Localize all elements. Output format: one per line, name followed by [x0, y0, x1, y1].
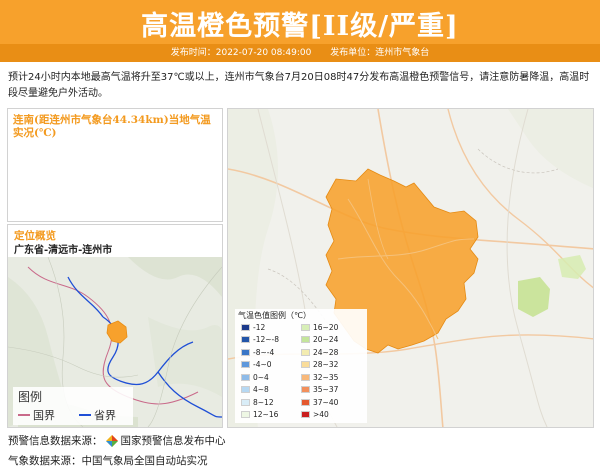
temperature-legend-label: 4~8	[253, 385, 269, 394]
warning-title: 高温橙色预警[II级/严重]	[141, 11, 459, 42]
temperature-legend-swatch	[301, 323, 310, 331]
province-border-swatch	[79, 414, 91, 416]
temperature-legend-item: 24~28	[301, 347, 338, 357]
temperature-legend-swatch	[241, 348, 250, 356]
temperature-legend-item: 20~24	[301, 335, 338, 345]
legend-national-border: 国界	[18, 407, 55, 423]
temperature-legend-label: 24~28	[313, 347, 339, 357]
temperature-legend-label: -12	[253, 322, 266, 332]
temperature-legend-item: 37~40	[301, 397, 338, 407]
temperature-legend-item: 12~16	[241, 410, 278, 420]
location-region: 广东省-清远市-连州市	[14, 245, 113, 256]
live-temperature-panel: 连南(距连州市气象台44.34km)当地气温实况(℃)	[7, 108, 223, 222]
temperature-legend-item: -8~-4	[241, 347, 274, 357]
temperature-legend-item: -4~0	[241, 360, 272, 370]
temperature-legend-item: >40	[301, 410, 329, 420]
temperature-legend-swatch	[241, 361, 250, 368]
temperature-legend-label: 0~4	[253, 372, 269, 382]
temperature-legend-item: -12~-8	[241, 335, 279, 345]
temperature-legend: 气温色值图例（℃） -12 -12~-8 -8~-4 -4~0 0~4 4~8 8~12 12…	[235, 309, 367, 423]
warning-description: 预计24小时内本地最高气温将升至37℃或以上，连州市气象台7月20日08时47分…	[8, 72, 590, 99]
live-temperature-title: 连南(距连州市气象台44.34km)当地气温实况(℃)	[13, 114, 211, 139]
publisher: 发布单位：连州市气象台	[330, 48, 430, 58]
temperature-legend-swatch	[301, 398, 310, 406]
temperature-legend-swatch	[241, 386, 250, 393]
temperature-legend-label: -8~-4	[253, 347, 275, 357]
boundary-legend-title: 图例	[18, 390, 43, 404]
temperature-legend-swatch	[241, 411, 250, 418]
temperature-legend-item: 28~32	[301, 360, 338, 370]
temperature-legend-swatch	[301, 336, 310, 343]
warning-source: 预警信息数据来源： 国家预警信息发布中心	[8, 433, 226, 448]
temperature-legend-item: 4~8	[241, 385, 269, 395]
temperature-legend-label: 8~12	[253, 397, 274, 407]
temperature-legend-item: 35~37	[301, 385, 338, 395]
temperature-legend-swatch	[301, 386, 310, 393]
temperature-legend-swatch	[301, 348, 310, 356]
temperature-legend-swatch	[241, 323, 250, 331]
province-border-label: 省界	[94, 409, 116, 422]
warning-banner: 高温橙色预警[II级/严重] 发布时间：2022-07-20 08:49:00 …	[0, 0, 600, 62]
temperature-legend-swatch	[301, 373, 310, 381]
temperature-legend-item: 0~4	[241, 372, 269, 382]
publish-time: 发布时间：2022-07-20 08:49:00	[170, 48, 312, 58]
temperature-legend-swatch	[241, 373, 250, 381]
temperature-legend-label: 32~35	[313, 372, 339, 382]
temperature-legend-swatch	[241, 336, 250, 343]
temperature-legend-label: -4~0	[253, 360, 272, 369]
weather-source: 气象数据来源：中国气象局全国自动站实况	[8, 453, 208, 468]
temperature-legend-label: -12~-8	[253, 335, 280, 344]
warning-source-org[interactable]: 国家预警信息发布中心	[121, 433, 226, 448]
national-border-label: 国界	[33, 409, 55, 422]
legend-province-border: 省界	[79, 407, 116, 423]
temperature-legend-label: >40	[313, 410, 329, 419]
location-overview-panel: 定位概览 广东省-清远市-连州市 图例 国界 省界	[7, 224, 223, 428]
weather-source-label: 气象数据来源：中国气象局全国自动站实况	[8, 455, 208, 467]
temperature-legend-label: 28~32	[313, 360, 339, 369]
temperature-legend-label: 12~16	[253, 410, 279, 419]
temperature-legend-item: -12	[241, 322, 265, 332]
temperature-legend-swatch	[241, 398, 250, 406]
warning-center-logo-icon	[105, 434, 118, 447]
temperature-legend-label: 20~24	[313, 335, 339, 344]
temperature-legend-label: 35~37	[313, 385, 339, 394]
warning-meta-bar: 发布时间：2022-07-20 08:49:00 发布单位：连州市气象台	[0, 44, 600, 62]
warning-map[interactable]: 气温色值图例（℃） -12 -12~-8 -8~-4 -4~0 0~4 4~8 8~12 12…	[227, 108, 594, 428]
temperature-legend-item: 32~35	[301, 372, 338, 382]
warning-source-label: 预警信息数据来源：	[8, 435, 103, 447]
temperature-legend-item: 16~20	[301, 322, 338, 332]
temperature-legend-label: 16~20	[313, 322, 339, 332]
temperature-legend-item: 8~12	[241, 397, 274, 407]
national-border-swatch	[18, 414, 30, 416]
temperature-legend-title: 气温色值图例（℃）	[238, 311, 311, 320]
temperature-legend-label: 37~40	[313, 397, 339, 407]
temperature-legend-swatch	[301, 411, 310, 418]
location-overview-header: 定位概览 广东省-清远市-连州市	[8, 225, 222, 257]
boundary-legend: 图例 国界 省界	[13, 387, 133, 425]
temperature-legend-swatch	[301, 361, 310, 368]
